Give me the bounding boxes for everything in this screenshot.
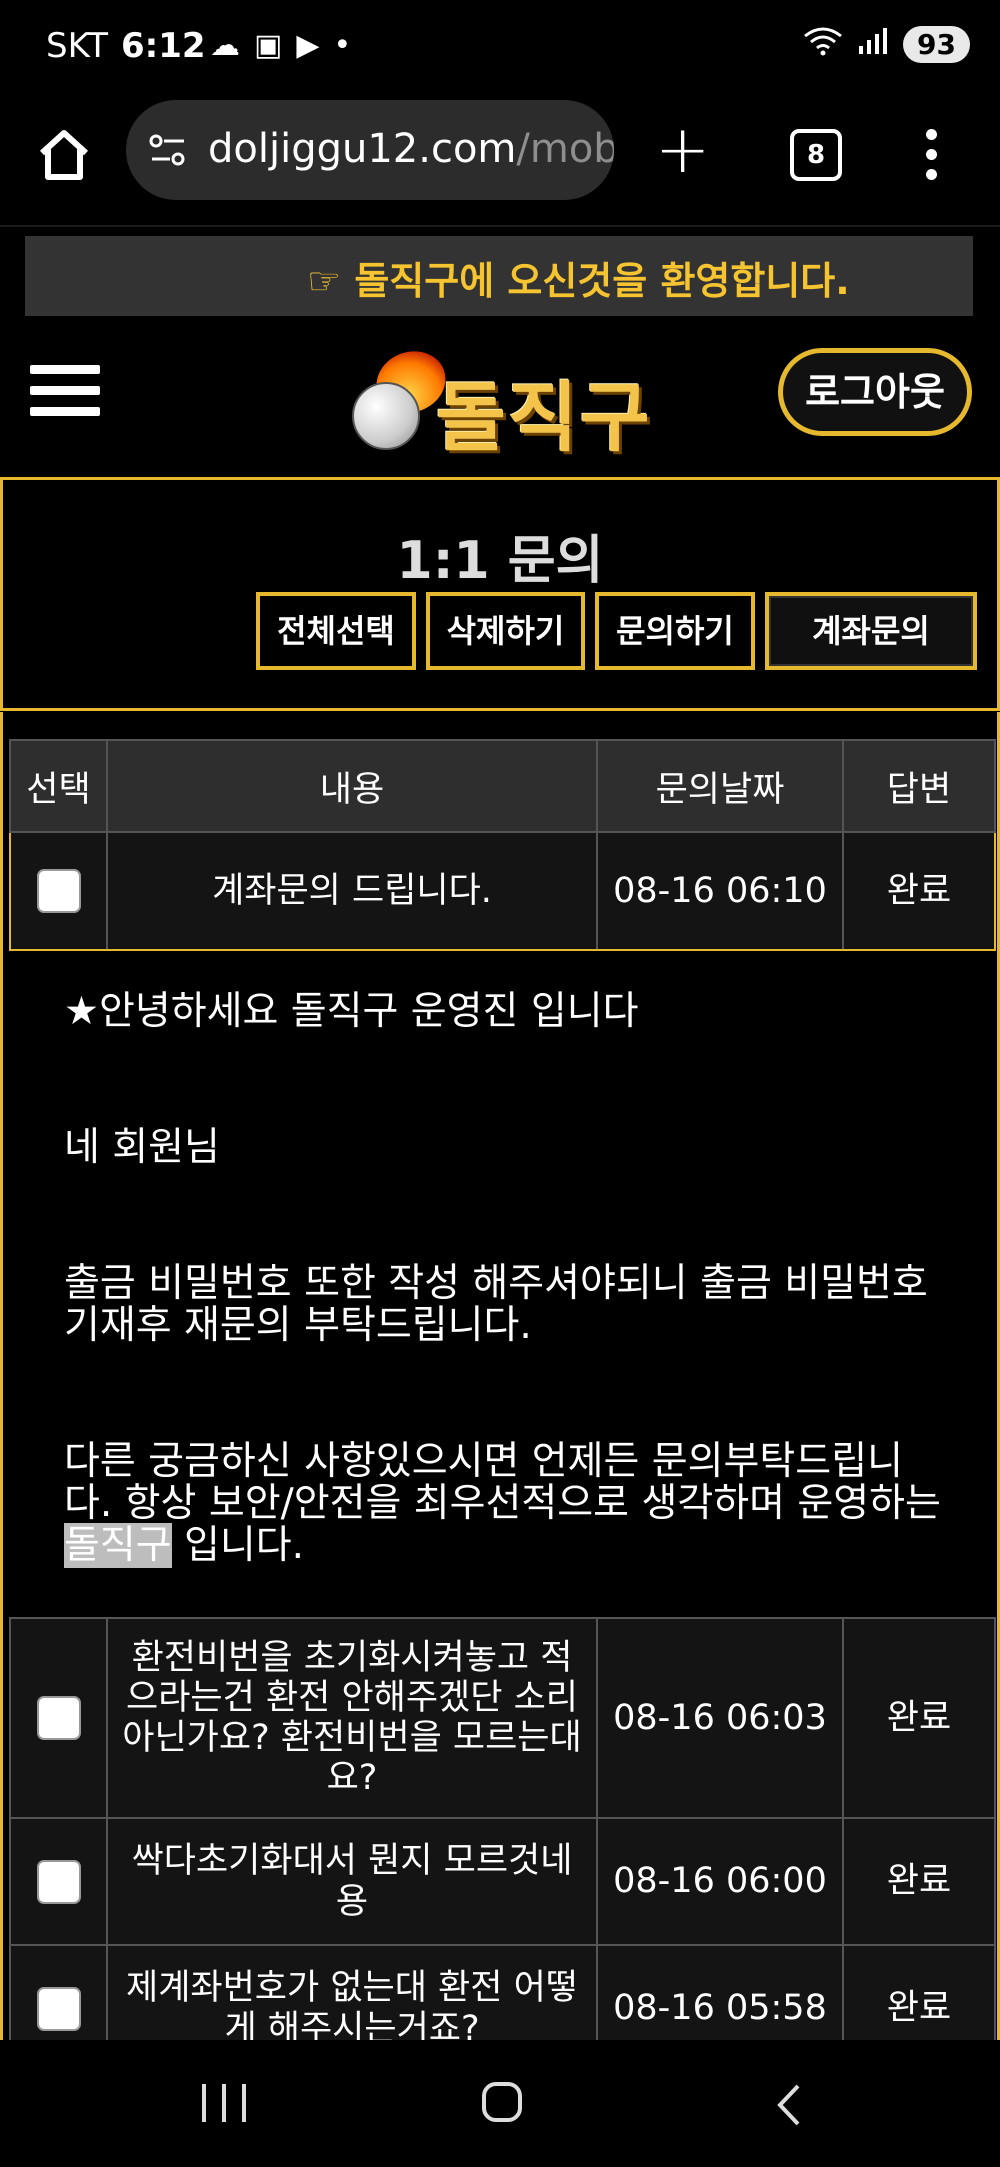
status-bar: SKT 6:12 ☁▣▶• 93 bbox=[0, 0, 1000, 95]
row-status: 완료 bbox=[842, 831, 996, 951]
row-subject[interactable]: 계좌문의 드립니다. bbox=[106, 831, 598, 951]
select-all-button[interactable]: 전체선택 bbox=[256, 592, 416, 670]
site-logo[interactable]: 돌직구 bbox=[348, 336, 658, 462]
reply-closing-text: 다른 궁금하신 사항있으시면 언제든 문의부탁드립니다. 항상 보안/안전을 최… bbox=[64, 1439, 941, 1526]
row-date: 08-16 06:00 bbox=[596, 1817, 844, 1946]
table-row[interactable]: 싹다초기화대서 뭔지 모르것네용 08-16 06:00 완료 bbox=[9, 1817, 996, 1946]
system-navigation-bar bbox=[0, 2040, 1000, 2167]
home-icon[interactable] bbox=[34, 125, 94, 185]
welcome-message: 돌직구에 오신것을 환영합니다. bbox=[354, 259, 850, 303]
hamburger-menu-icon[interactable] bbox=[30, 365, 100, 428]
table-row[interactable]: 환전비번을 초기화시켜놓고 적으라는건 환전 안해주겠단 소리아닌가요? 환전비… bbox=[9, 1617, 996, 1819]
reply-salutation: 네 회원님 bbox=[64, 1125, 220, 1170]
row-status: 완료 bbox=[842, 1817, 996, 1946]
battery-indicator: 93 bbox=[903, 26, 970, 63]
logout-button[interactable]: 로그아웃 bbox=[778, 348, 972, 436]
table-row[interactable]: 제계좌번호가 없는대 환전 어떻게 해주시는거죠? 08-16 05:58 완료 bbox=[9, 1944, 996, 2041]
tab-switcher-button[interactable]: 8 bbox=[790, 129, 842, 181]
column-header-select: 선택 bbox=[9, 739, 108, 833]
table-row[interactable]: 계좌문의 드립니다. 08-16 06:10 완료 bbox=[9, 831, 996, 951]
table-header-row: 선택 내용 문의날짜 답변 bbox=[9, 739, 996, 833]
reply-instruction: 출금 비밀번호 또한 작성 해주셔야되니 출금 비밀번호 기재후 재문의 부탁드… bbox=[64, 1261, 928, 1348]
column-header-date: 문의날짜 bbox=[596, 739, 844, 833]
row-checkbox[interactable] bbox=[36, 1986, 81, 2031]
row-checkbox[interactable] bbox=[36, 869, 81, 913]
welcome-banner: ☞ 돌직구에 오신것을 환영합니다. bbox=[25, 236, 973, 316]
wifi-icon bbox=[803, 26, 843, 63]
row-date: 08-16 06:03 bbox=[596, 1617, 844, 1819]
row-checkbox[interactable] bbox=[36, 1696, 81, 1740]
new-tab-icon[interactable]: + bbox=[655, 117, 710, 183]
recent-apps-icon[interactable] bbox=[202, 2084, 248, 2122]
clock: 6:12 bbox=[121, 26, 206, 66]
more-menu-icon[interactable] bbox=[926, 129, 940, 189]
row-subject[interactable]: 제계좌번호가 없는대 환전 어떻게 해주시는거죠? bbox=[106, 1944, 598, 2041]
baseball-icon bbox=[352, 382, 420, 450]
account-inquiry-button[interactable]: 계좌문의 bbox=[765, 592, 977, 670]
inquiry-header: 1:1 문의 전체선택 삭제하기 문의하기 계좌문의 bbox=[0, 477, 1000, 711]
column-header-content: 내용 bbox=[106, 739, 598, 833]
row-status: 완료 bbox=[842, 1617, 996, 1819]
row-date: 08-16 06:10 bbox=[596, 831, 844, 951]
reply-closing-end: 입니다. bbox=[171, 1523, 305, 1568]
carrier-label: SKT bbox=[46, 26, 109, 66]
row-status: 완료 bbox=[842, 1944, 996, 2041]
row-checkbox-cell bbox=[9, 831, 108, 951]
row-checkbox-cell bbox=[9, 1817, 108, 1946]
nav-home-icon[interactable] bbox=[482, 2082, 522, 2122]
row-subject[interactable]: 환전비번을 초기화시켜놓고 적으라는건 환전 안해주겠단 소리아닌가요? 환전비… bbox=[106, 1617, 598, 1819]
reply-greeting: ★안녕하세요 돌직구 운영진 입니다 bbox=[64, 989, 639, 1034]
reply-row: ★안녕하세요 돌직구 운영진 입니다 네 회원님 출금 비밀번호 또한 작성 해… bbox=[10, 949, 995, 1619]
cloud-icon: ☁ bbox=[210, 28, 254, 63]
url-host: doljiggu12.com bbox=[208, 126, 517, 172]
selected-text-highlight: 돌직구 bbox=[64, 1523, 172, 1568]
youtube-icon: ▶ bbox=[296, 28, 334, 63]
inquiry-table: 선택 내용 문의날짜 답변 계좌문의 드립니다. 08-16 06:10 완료 … bbox=[9, 739, 996, 2041]
column-header-answer: 답변 bbox=[842, 739, 996, 833]
back-icon[interactable] bbox=[770, 2082, 810, 2128]
row-checkbox-cell bbox=[9, 1617, 108, 1819]
welcome-text: ☞ 돌직구에 오신것을 환영합니다. bbox=[307, 250, 850, 305]
inquiry-table-container: 선택 내용 문의날짜 답변 계좌문의 드립니다. 08-16 06:10 완료 … bbox=[0, 712, 1000, 2041]
delete-button[interactable]: 삭제하기 bbox=[426, 592, 585, 670]
new-inquiry-button[interactable]: 문의하기 bbox=[595, 592, 755, 670]
logo-text: 돌직구 bbox=[436, 373, 652, 462]
row-checkbox[interactable] bbox=[36, 1859, 81, 1904]
site-header: 돌직구 로그아웃 bbox=[0, 330, 1000, 480]
url-text[interactable]: doljiggu12.com/mobi bbox=[208, 126, 614, 172]
address-bar[interactable]: doljiggu12.com/mobi bbox=[126, 100, 614, 200]
reply-closing: 다른 궁금하신 사항있으시면 언제든 문의부탁드립니다. 항상 보안/안전을 최… bbox=[64, 1439, 941, 1568]
screenshot-icon: ▣ bbox=[254, 28, 297, 63]
dot-icon: • bbox=[333, 28, 366, 63]
site-settings-icon[interactable] bbox=[148, 132, 188, 168]
row-date: 08-16 05:58 bbox=[596, 1944, 844, 2041]
pointing-hand-icon: ☞ bbox=[307, 259, 342, 303]
row-subject[interactable]: 싹다초기화대서 뭔지 모르것네용 bbox=[106, 1817, 598, 1946]
notification-icons: ☁▣▶• bbox=[210, 28, 365, 63]
url-path: /mobi bbox=[516, 126, 614, 172]
reply-content: ★안녕하세요 돌직구 운영진 입니다 네 회원님 출금 비밀번호 또한 작성 해… bbox=[10, 949, 995, 1619]
signal-icon bbox=[857, 26, 889, 63]
page-title: 1:1 문의 bbox=[396, 531, 604, 591]
row-checkbox-cell bbox=[9, 1944, 108, 2041]
browser-toolbar: doljiggu12.com/mobi + 8 bbox=[0, 95, 1000, 227]
